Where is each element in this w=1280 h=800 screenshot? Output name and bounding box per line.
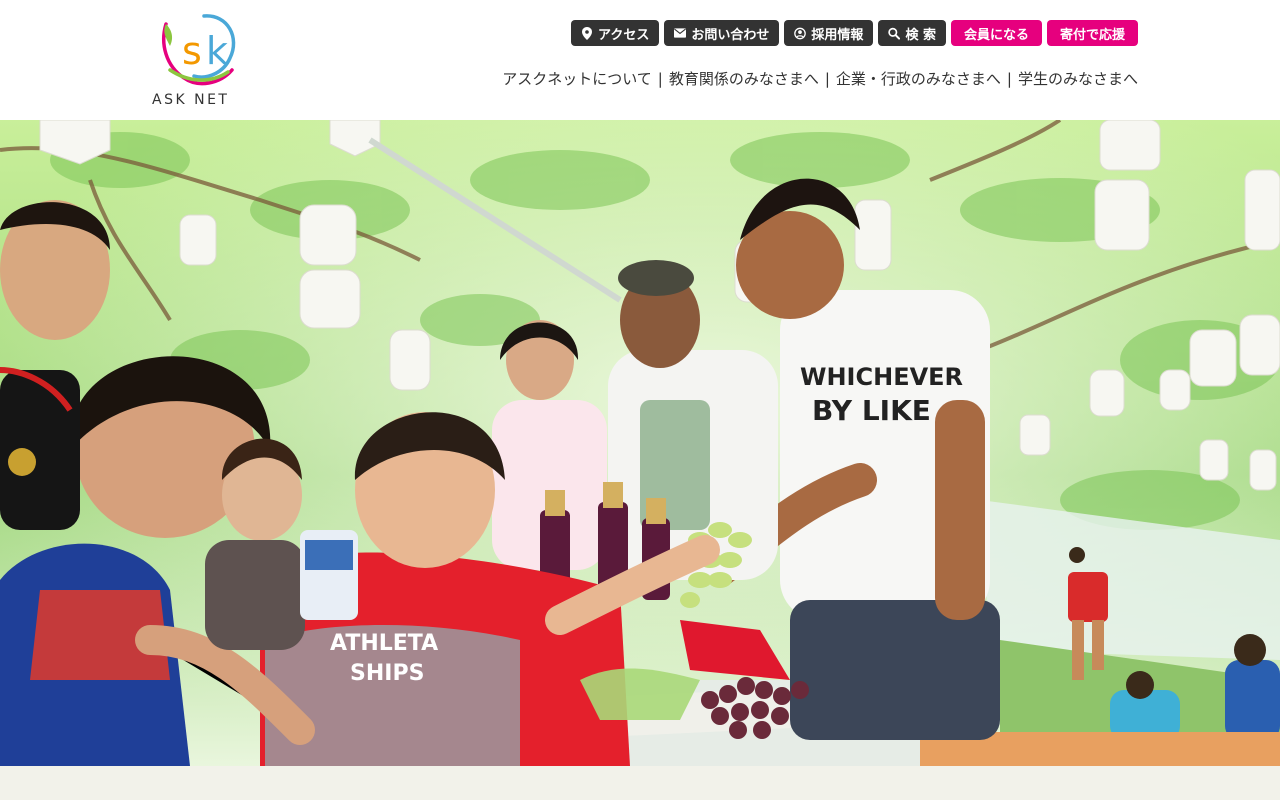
hero-image: WHICHEVER BY LIKE ATHLETA SHIPS [0, 120, 1280, 766]
logo-text: ASK NET [152, 92, 230, 108]
nav-separator: | [1006, 69, 1012, 88]
svg-text:s: s [182, 29, 202, 73]
svg-text:k: k [206, 29, 228, 73]
contact-button-label: お問い合わせ [691, 27, 770, 43]
donate-button-label: 寄付で応援 [1059, 27, 1125, 43]
recruit-button[interactable]: 採用情報 [784, 20, 874, 46]
envelope-icon [674, 26, 687, 40]
footer-band [0, 766, 1280, 800]
tee-text-1: WHICHEVER [800, 363, 963, 391]
access-button[interactable]: アクセス [571, 20, 660, 46]
shirt-text-1: ATHLETA [330, 631, 438, 656]
map-pin-icon [581, 26, 593, 40]
nav-about[interactable]: アスクネットについて [502, 68, 652, 89]
user-circle-icon [794, 26, 807, 40]
utility-buttons: アクセス お問い合わせ 採用情報 検 索 会員になる 寄付で応援 [571, 20, 1138, 46]
become-member-button-label: 会員になる [963, 27, 1029, 43]
nav-business-government[interactable]: 企業・行政のみなさまへ [836, 68, 1001, 89]
tee-text-2: BY LIKE [812, 394, 931, 427]
search-button-label: 検 索 [905, 27, 936, 43]
nav-students[interactable]: 学生のみなさまへ [1018, 68, 1138, 89]
nav-separator: | [824, 69, 830, 88]
contact-button[interactable]: お問い合わせ [664, 20, 780, 46]
donate-button[interactable]: 寄付で応援 [1046, 20, 1138, 46]
nav-education[interactable]: 教育関係のみなさまへ [669, 68, 819, 89]
become-member-button[interactable]: 会員になる [950, 20, 1042, 46]
search-button[interactable]: 検 索 [878, 20, 946, 46]
main-nav: アスクネットについて | 教育関係のみなさまへ | 企業・行政のみなさまへ | … [502, 68, 1138, 89]
search-icon [888, 26, 901, 40]
shirt-text-2: SHIPS [350, 661, 424, 686]
access-button-label: アクセス [598, 27, 650, 43]
recruit-button-label: 採用情報 [811, 27, 864, 43]
site-header: s k ASK NET アクセス お問い合わせ 採用情報 検 索 会員になる 寄… [0, 0, 1280, 120]
ask-net-logo[interactable]: s k ASK NET [150, 8, 250, 112]
logo-mark-icon: s k [162, 14, 236, 86]
nav-separator: | [657, 69, 663, 88]
